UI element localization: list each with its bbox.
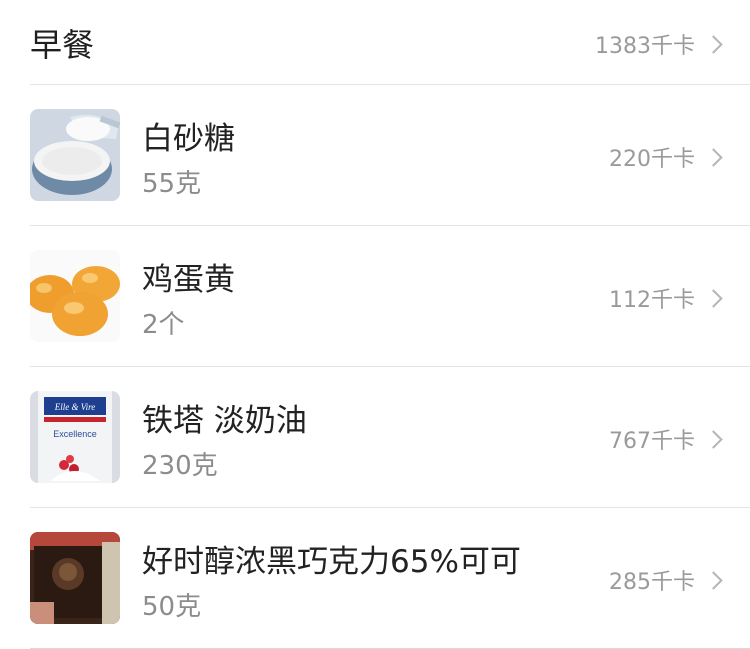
food-kcal-label: 285千卡 xyxy=(609,570,695,595)
food-name: 铁塔 淡奶油 xyxy=(142,403,307,439)
meal-header[interactable]: 早餐 1383千卡 xyxy=(30,0,750,85)
food-item[interactable]: 白砂糖 55克 220千卡 xyxy=(30,85,750,226)
food-amount: 50克 xyxy=(142,592,202,622)
food-kcal: 767千卡 xyxy=(609,423,723,455)
food-item[interactable]: 鸡蛋黄 2个 112千卡 xyxy=(30,226,750,367)
chevron-right-icon xyxy=(704,147,723,167)
chevron-right-icon xyxy=(704,288,723,308)
food-kcal-label: 767千卡 xyxy=(609,429,695,454)
egg-yolk-image xyxy=(30,250,120,342)
food-list: 白砂糖 55克 220千卡 鸡蛋黄 2个 112千卡 Elle & Vire E… xyxy=(0,85,750,649)
package-product-text: Excellence xyxy=(53,429,97,439)
food-kcal-label: 112千卡 xyxy=(609,288,695,313)
food-kcal: 220千卡 xyxy=(609,141,723,173)
meal-title: 早餐 xyxy=(30,26,95,64)
food-kcal: 112千卡 xyxy=(609,282,723,314)
chevron-right-icon xyxy=(704,429,723,449)
food-name: 白砂糖 xyxy=(142,121,235,157)
food-item[interactable]: Elle & Vire Excellence 铁塔 淡奶油 230克 767千卡 xyxy=(30,367,750,508)
meal-total-kcal[interactable]: 1383千卡 xyxy=(595,28,723,60)
food-name: 好时醇浓黑巧克力65%可可 xyxy=(142,544,521,580)
meal-total-kcal-label: 1383千卡 xyxy=(595,34,695,59)
food-amount: 230克 xyxy=(142,451,218,481)
food-item[interactable]: 好时醇浓黑巧克力65%可可 50克 285千卡 xyxy=(30,508,750,649)
package-logo-text: Elle & Vire xyxy=(54,402,96,412)
chevron-right-icon xyxy=(704,570,723,590)
food-amount: 2个 xyxy=(142,310,185,340)
chevron-right-icon xyxy=(704,34,723,54)
sugar-image xyxy=(30,109,120,201)
cream-carton-image: Elle & Vire Excellence xyxy=(30,391,120,483)
chocolate-image xyxy=(30,532,120,624)
food-name: 鸡蛋黄 xyxy=(142,262,235,298)
food-amount: 55克 xyxy=(142,169,202,199)
food-kcal: 285千卡 xyxy=(609,564,723,596)
food-kcal-label: 220千卡 xyxy=(609,147,695,172)
